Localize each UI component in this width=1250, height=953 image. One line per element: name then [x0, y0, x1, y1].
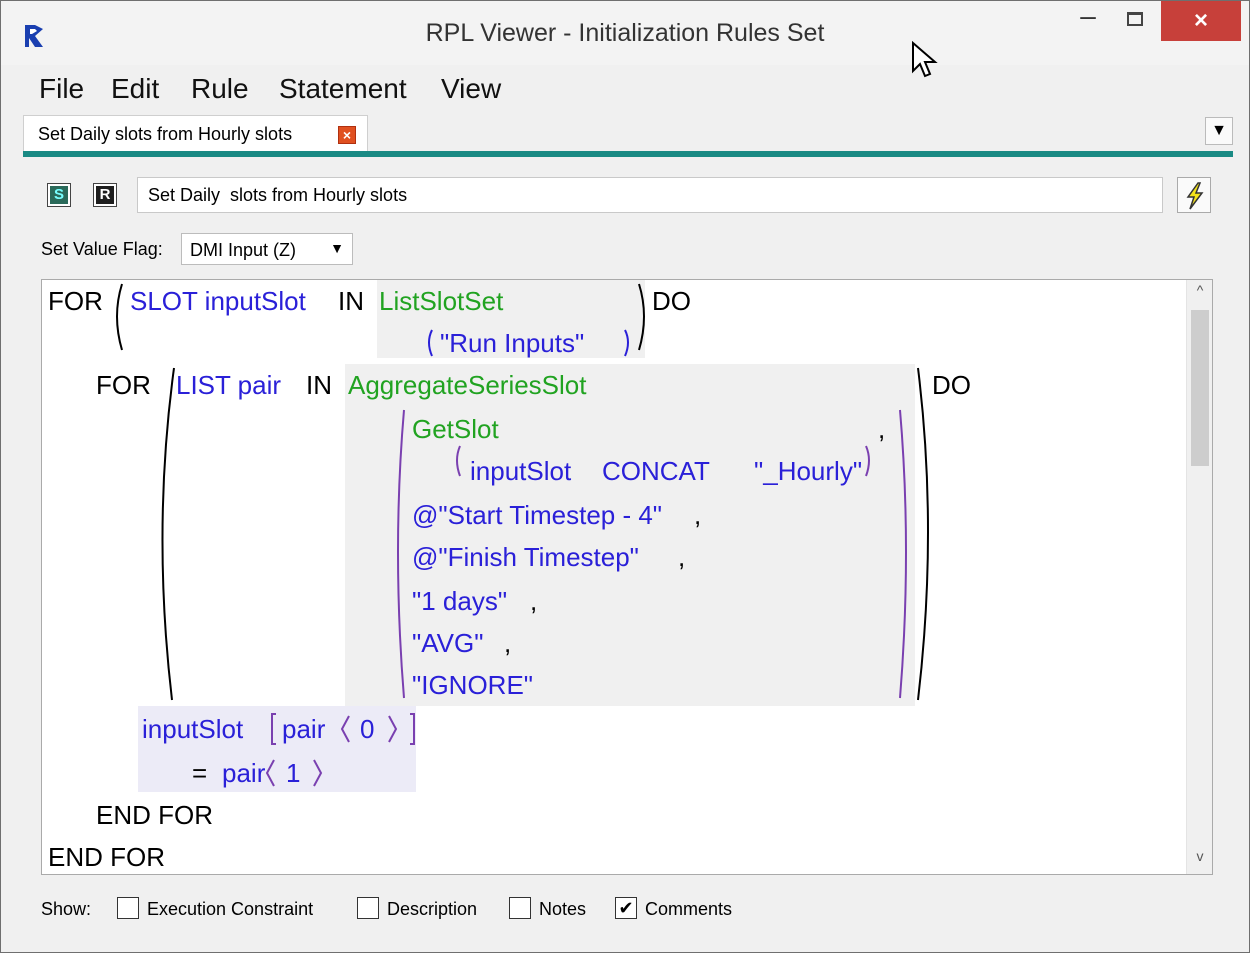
- comma: ,: [694, 500, 702, 530]
- equals-operator: =: [192, 758, 208, 788]
- for-keyword: FOR: [48, 286, 103, 316]
- rule-name-input[interactable]: [137, 177, 1163, 213]
- rpl-code-editor[interactable]: FOR SLOT inputSlot IN ListSlotSet DO "Ru…: [41, 279, 1213, 875]
- tab-list-dropdown[interactable]: ▼: [1205, 117, 1233, 145]
- do-keyword: DO: [652, 286, 691, 316]
- in-keyword: IN: [338, 286, 364, 316]
- run-inputs-string[interactable]: "Run Inputs": [440, 328, 584, 358]
- s-button-label: S: [53, 186, 64, 203]
- show-label: Show:: [41, 899, 92, 919]
- start-timestep-arg[interactable]: @"Start Timestep - 4": [412, 500, 662, 530]
- tab-label: Set Daily slots from Hourly slots: [38, 124, 293, 144]
- tab-close-icon[interactable]: ×: [338, 126, 356, 144]
- comma: ,: [678, 542, 686, 572]
- comma: ,: [504, 628, 512, 658]
- index-1[interactable]: 1: [286, 758, 300, 788]
- menu-bar: File Edit Rule Statement View: [1, 65, 1249, 109]
- do-keyword: DO: [932, 370, 971, 400]
- execute-button[interactable]: [1177, 177, 1211, 213]
- set-value-flag-value: DMI Input (Z): [190, 240, 297, 260]
- execution-constraint-label[interactable]: Execution Constraint: [147, 899, 313, 920]
- tab-strip: Set Daily slots from Hourly slots × ▼: [1, 111, 1249, 151]
- show-options: Show: Execution Constraint Description N…: [41, 893, 1213, 923]
- input-slot-arg[interactable]: inputSlot: [470, 456, 571, 486]
- description-checkbox[interactable]: [357, 897, 379, 919]
- notes-label[interactable]: Notes: [539, 899, 586, 920]
- rpl-code: FOR SLOT inputSlot IN ListSlotSet DO "Ru…: [42, 280, 1187, 874]
- days-arg[interactable]: "1 days": [412, 586, 507, 616]
- r-button-label: R: [99, 186, 111, 203]
- comments-label[interactable]: Comments: [645, 899, 732, 920]
- tab-set-daily-slots[interactable]: Set Daily slots from Hourly slots ×: [23, 115, 368, 151]
- close-button[interactable]: ×: [1161, 1, 1241, 41]
- title-bar: RPL Viewer - Initialization Rules Set – …: [1, 1, 1249, 78]
- lightning-icon: [1186, 182, 1204, 210]
- window-title: RPL Viewer - Initialization Rules Set: [425, 19, 825, 47]
- end-for-outer: END FOR: [48, 842, 165, 872]
- menu-file[interactable]: File: [39, 73, 84, 105]
- aggregate-series-slot-function[interactable]: AggregateSeriesSlot: [348, 370, 586, 400]
- hourly-string[interactable]: "_Hourly": [754, 456, 862, 486]
- menu-edit[interactable]: Edit: [111, 73, 159, 105]
- finish-timestep-arg[interactable]: @"Finish Timestep": [412, 542, 639, 572]
- getslot-function[interactable]: GetSlot: [412, 414, 499, 444]
- comma: ,: [878, 414, 886, 444]
- list-slot-set-function[interactable]: ListSlotSet: [379, 286, 503, 316]
- minimize-button[interactable]: –: [1065, 1, 1111, 41]
- list-declaration[interactable]: LIST pair: [176, 370, 281, 400]
- rpl-viewer-window: RPL Viewer - Initialization Rules Set – …: [0, 0, 1250, 953]
- s-button[interactable]: S: [47, 183, 71, 207]
- slot-declaration[interactable]: SLOT inputSlot: [130, 286, 306, 316]
- r-button[interactable]: R: [93, 183, 117, 207]
- scrollbar-thumb[interactable]: [1191, 310, 1209, 466]
- pair-variable[interactable]: pair: [282, 714, 325, 744]
- execution-constraint-checkbox[interactable]: [117, 897, 139, 919]
- vertical-scrollbar[interactable]: ^ v: [1186, 280, 1212, 874]
- for-keyword: FOR: [96, 370, 151, 400]
- notes-checkbox[interactable]: [509, 897, 531, 919]
- set-value-flag-select[interactable]: DMI Input (Z) ▼: [181, 233, 353, 265]
- scroll-up-icon[interactable]: ^: [1187, 282, 1212, 306]
- menu-view[interactable]: View: [441, 73, 501, 105]
- ignore-arg[interactable]: "IGNORE": [412, 670, 533, 700]
- comments-checkbox[interactable]: ✔: [615, 897, 637, 919]
- avg-arg[interactable]: "AVG": [412, 628, 483, 658]
- in-keyword: IN: [306, 370, 332, 400]
- description-label[interactable]: Description: [387, 899, 477, 920]
- scroll-down-icon[interactable]: v: [1187, 848, 1212, 872]
- chevron-down-icon: ▼: [330, 240, 344, 256]
- menu-rule[interactable]: Rule: [191, 73, 249, 105]
- rule-panel: S R Set Value Flag: DMI Input (Z) ▼: [23, 157, 1233, 937]
- maximize-button[interactable]: [1111, 1, 1157, 41]
- concat-operator: CONCAT: [602, 456, 710, 486]
- comma: ,: [530, 586, 538, 616]
- set-value-flag-label: Set Value Flag:: [41, 239, 163, 259]
- end-for-inner: END FOR: [96, 800, 213, 830]
- menu-statement[interactable]: Statement: [279, 73, 407, 105]
- index-0[interactable]: 0: [360, 714, 374, 744]
- pair-variable[interactable]: pair: [222, 758, 265, 788]
- maximize-icon: [1127, 12, 1143, 26]
- assignment-target[interactable]: inputSlot: [142, 714, 243, 744]
